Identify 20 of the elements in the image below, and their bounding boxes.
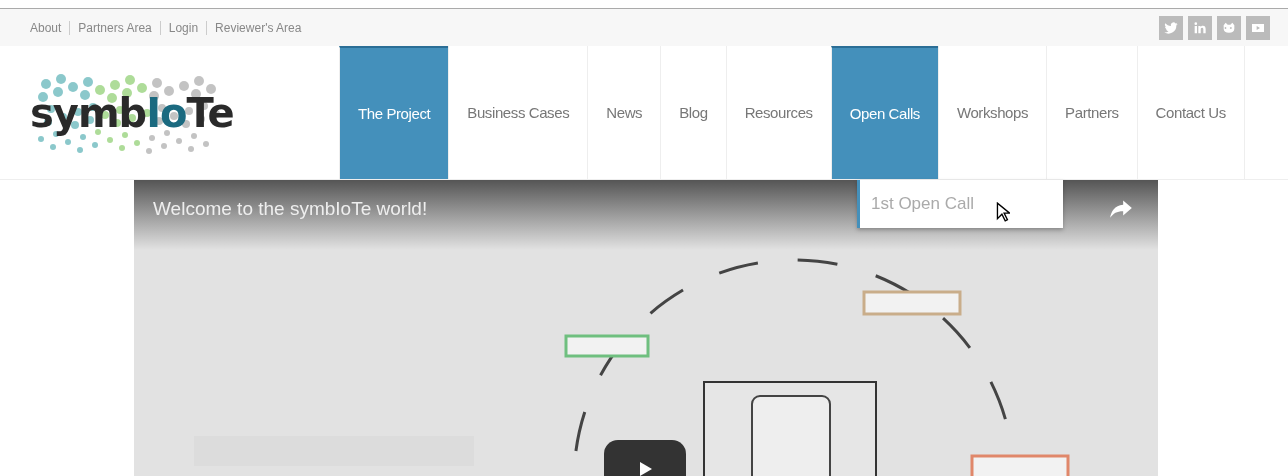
nav-tab[interactable]: Partners [1046, 46, 1137, 179]
nav-tab[interactable]: Business Cases [448, 46, 588, 179]
nav-tab[interactable]: The Project [339, 46, 449, 179]
top-link[interactable]: Partners Area [78, 20, 152, 35]
nav-tab[interactable]: Contact Us [1136, 46, 1244, 179]
nav-tab[interactable]: Blog [660, 46, 726, 179]
logo[interactable]: symbIoTe [0, 46, 339, 179]
nav-tab[interactable]: News [587, 46, 661, 179]
top-link[interactable]: About [30, 20, 62, 35]
nav-tab[interactable]: Workshops [937, 46, 1047, 179]
nav-tab[interactable]: Resources [725, 46, 831, 179]
nav-tab[interactable]: Open Calls [830, 46, 938, 179]
cursor-icon [996, 202, 1010, 222]
linkedin-icon[interactable] [1188, 15, 1212, 40]
video-title[interactable]: Welcome to the symbIoTe world! [153, 198, 428, 220]
cat-icon[interactable] [1217, 15, 1241, 40]
top-link[interactable]: Login [168, 20, 199, 35]
top-link[interactable]: Reviewer's Area [215, 20, 302, 35]
play-icon[interactable] [1246, 15, 1270, 40]
bird-icon[interactable] [1159, 15, 1183, 40]
